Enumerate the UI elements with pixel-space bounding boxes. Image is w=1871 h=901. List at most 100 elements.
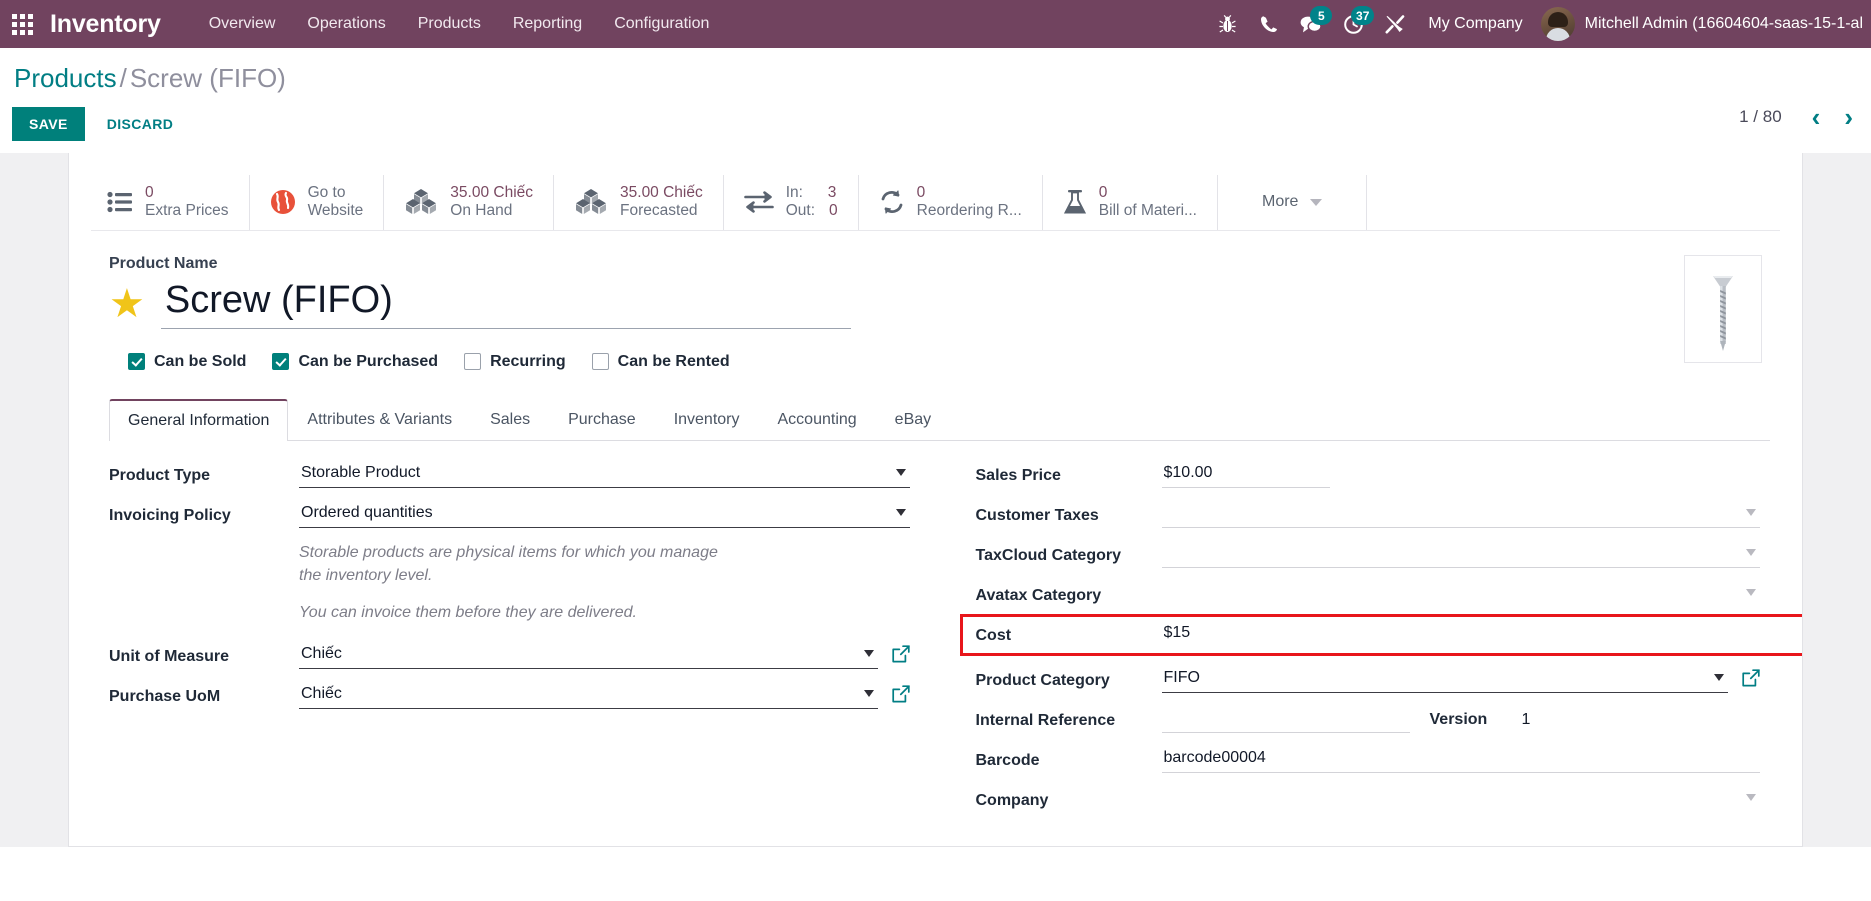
messages-icon[interactable]: 5 xyxy=(1290,0,1333,48)
sales-price-value-wrap xyxy=(1161,460,1330,488)
activities-badge: 37 xyxy=(1351,6,1375,25)
product-name-input[interactable] xyxy=(160,278,851,329)
pager-value: 1 / 80 xyxy=(1739,107,1782,126)
on-hand-label: On Hand xyxy=(450,202,513,219)
tab-accounting[interactable]: Accounting xyxy=(759,399,876,441)
smart-button-text: 0 Reordering R... xyxy=(917,184,1022,221)
forecasted-value: 35.00 Chiếc xyxy=(620,183,703,201)
tab-general-information[interactable]: General Information xyxy=(109,398,289,441)
product-image[interactable] xyxy=(1684,254,1762,363)
bug-icon[interactable] xyxy=(1206,0,1248,48)
bill-of-materials-label: Bill of Materi... xyxy=(1098,202,1197,219)
boxes-icon xyxy=(404,188,438,216)
more-smart-buttons-dropdown[interactable]: More xyxy=(1218,174,1368,230)
avatar xyxy=(1540,7,1575,41)
barcode-input[interactable] xyxy=(1161,745,1760,773)
save-button[interactable]: SAVE xyxy=(12,106,85,141)
sales-price-input[interactable] xyxy=(1161,460,1330,488)
tab-sales[interactable]: Sales xyxy=(471,399,549,441)
refresh-icon xyxy=(879,189,905,215)
smart-button-go-to-website[interactable]: Go to Website xyxy=(250,174,385,230)
purchase-uom-select[interactable] xyxy=(299,682,878,710)
smart-button-bill-of-materials[interactable]: 0 Bill of Materi... xyxy=(1043,174,1218,230)
checkbox-can-be-rented[interactable]: Can be Rented xyxy=(591,353,730,371)
checkbox-can-be-sold[interactable]: Can be Sold xyxy=(128,353,246,371)
form-column-right: Sales Price Customer Taxes TaxClo xyxy=(940,460,1802,826)
product-category-select[interactable] xyxy=(1161,665,1728,693)
cost-input[interactable] xyxy=(1161,620,1760,648)
customer-taxes-input[interactable] xyxy=(1161,500,1760,528)
unit-of-measure-label: Unit of Measure xyxy=(109,648,230,666)
checkbox-can-be-purchased[interactable]: Can be Purchased xyxy=(272,353,438,371)
checkbox-label: Can be Purchased xyxy=(298,352,439,370)
checkbox-box[interactable] xyxy=(272,353,290,370)
menu-configuration[interactable]: Configuration xyxy=(598,0,725,48)
smart-button-text: 35.00 Chiếc On Hand xyxy=(450,184,533,221)
checkbox-box[interactable] xyxy=(591,353,609,370)
checkbox-recurring[interactable]: Recurring xyxy=(464,353,566,371)
app-brand-inventory[interactable]: Inventory xyxy=(50,10,161,39)
form-column-left: Product Type Invoicing Policy xyxy=(109,460,940,826)
apps-menu-icon[interactable] xyxy=(0,0,44,48)
tab-ebay[interactable]: eBay xyxy=(876,399,950,441)
smart-button-extra-prices[interactable]: 0 Extra Prices xyxy=(91,174,250,230)
discard-button[interactable]: DISCARD xyxy=(93,107,188,141)
smart-button-in-out[interactable]: In: 3 Out: 0 xyxy=(724,174,859,230)
go-to-website-value: Go to xyxy=(307,183,346,201)
phone-icon[interactable] xyxy=(1248,0,1290,48)
messages-badge: 5 xyxy=(1310,6,1333,25)
version-value: 1 xyxy=(1521,710,1531,728)
smart-button-text: In: 3 Out: 0 xyxy=(786,184,838,221)
in-key: In: xyxy=(785,183,803,201)
product-title-row: ★ xyxy=(109,278,1770,329)
external-link-icon[interactable] xyxy=(891,682,910,708)
field-purchase-uom: Purchase UoM xyxy=(109,682,910,710)
checkbox-box[interactable] xyxy=(464,353,482,370)
bill-of-materials-value: 0 xyxy=(1098,183,1108,201)
smart-button-forecasted[interactable]: 35.00 Chiếc Forecasted xyxy=(554,174,724,230)
tab-inventory[interactable]: Inventory xyxy=(655,399,759,441)
record-actions: SAVE DISCARD xyxy=(0,95,1871,153)
smart-button-reordering-rules[interactable]: 0 Reordering R... xyxy=(859,174,1043,230)
field-customer-taxes: Customer Taxes xyxy=(976,500,1760,528)
invoicing-policy-select[interactable] xyxy=(299,500,910,528)
smart-button-text: Go to Website xyxy=(308,184,364,221)
field-version: Version 1 xyxy=(1410,706,1592,729)
user-menu[interactable]: Mitchell Admin (16604604-saas-15-1-al xyxy=(1540,7,1871,41)
general-information-pane: Product Type Invoicing Policy xyxy=(109,441,1802,826)
pager-previous-button[interactable]: ‹ xyxy=(1802,104,1831,130)
help-text-storable: Storable products are physical items for… xyxy=(299,543,718,584)
company-input[interactable] xyxy=(1161,785,1760,813)
company-switcher[interactable]: My Company xyxy=(1416,15,1540,33)
cost-label: Cost xyxy=(975,626,1012,644)
product-type-value-wrap xyxy=(299,460,910,488)
field-barcode: Barcode xyxy=(976,745,1760,773)
menu-overview[interactable]: Overview xyxy=(193,0,292,48)
avatax-category-input[interactable] xyxy=(1161,580,1760,608)
activities-clock-icon[interactable]: 37 xyxy=(1332,0,1375,48)
tab-purchase[interactable]: Purchase xyxy=(549,399,655,441)
menu-reporting[interactable]: Reporting xyxy=(497,0,598,48)
star-filled-icon[interactable]: ★ xyxy=(109,284,145,324)
internal-reference-input[interactable] xyxy=(1161,705,1410,733)
breadcrumb-current: Screw (FIFO) xyxy=(129,63,286,93)
checkbox-box[interactable] xyxy=(128,353,145,370)
taxcloud-category-input[interactable] xyxy=(1161,540,1760,568)
field-avatax-category: Avatax Category xyxy=(976,580,1760,608)
menu-operations[interactable]: Operations xyxy=(291,0,401,48)
breadcrumb-products-link[interactable]: Products xyxy=(14,63,117,93)
smart-button-on-hand[interactable]: 35.00 Chiếc On Hand xyxy=(384,174,555,230)
product-type-select[interactable] xyxy=(299,460,910,488)
field-taxcloud-category: TaxCloud Category xyxy=(976,540,1760,568)
external-link-icon[interactable] xyxy=(1742,666,1760,692)
unit-of-measure-select[interactable] xyxy=(299,642,878,670)
tab-attributes-variants[interactable]: Attributes & Variants xyxy=(288,399,471,441)
menu-products[interactable]: Products xyxy=(402,0,497,48)
tools-icon[interactable] xyxy=(1374,0,1416,48)
chevron-down-icon xyxy=(1310,198,1323,206)
out-row: Out: 0 xyxy=(786,202,838,220)
field-internal-reference: Internal Reference Version 1 xyxy=(976,705,1761,733)
external-link-icon[interactable] xyxy=(891,642,910,668)
pager-next-button[interactable]: › xyxy=(1834,104,1863,130)
out-key: Out: xyxy=(785,202,816,219)
